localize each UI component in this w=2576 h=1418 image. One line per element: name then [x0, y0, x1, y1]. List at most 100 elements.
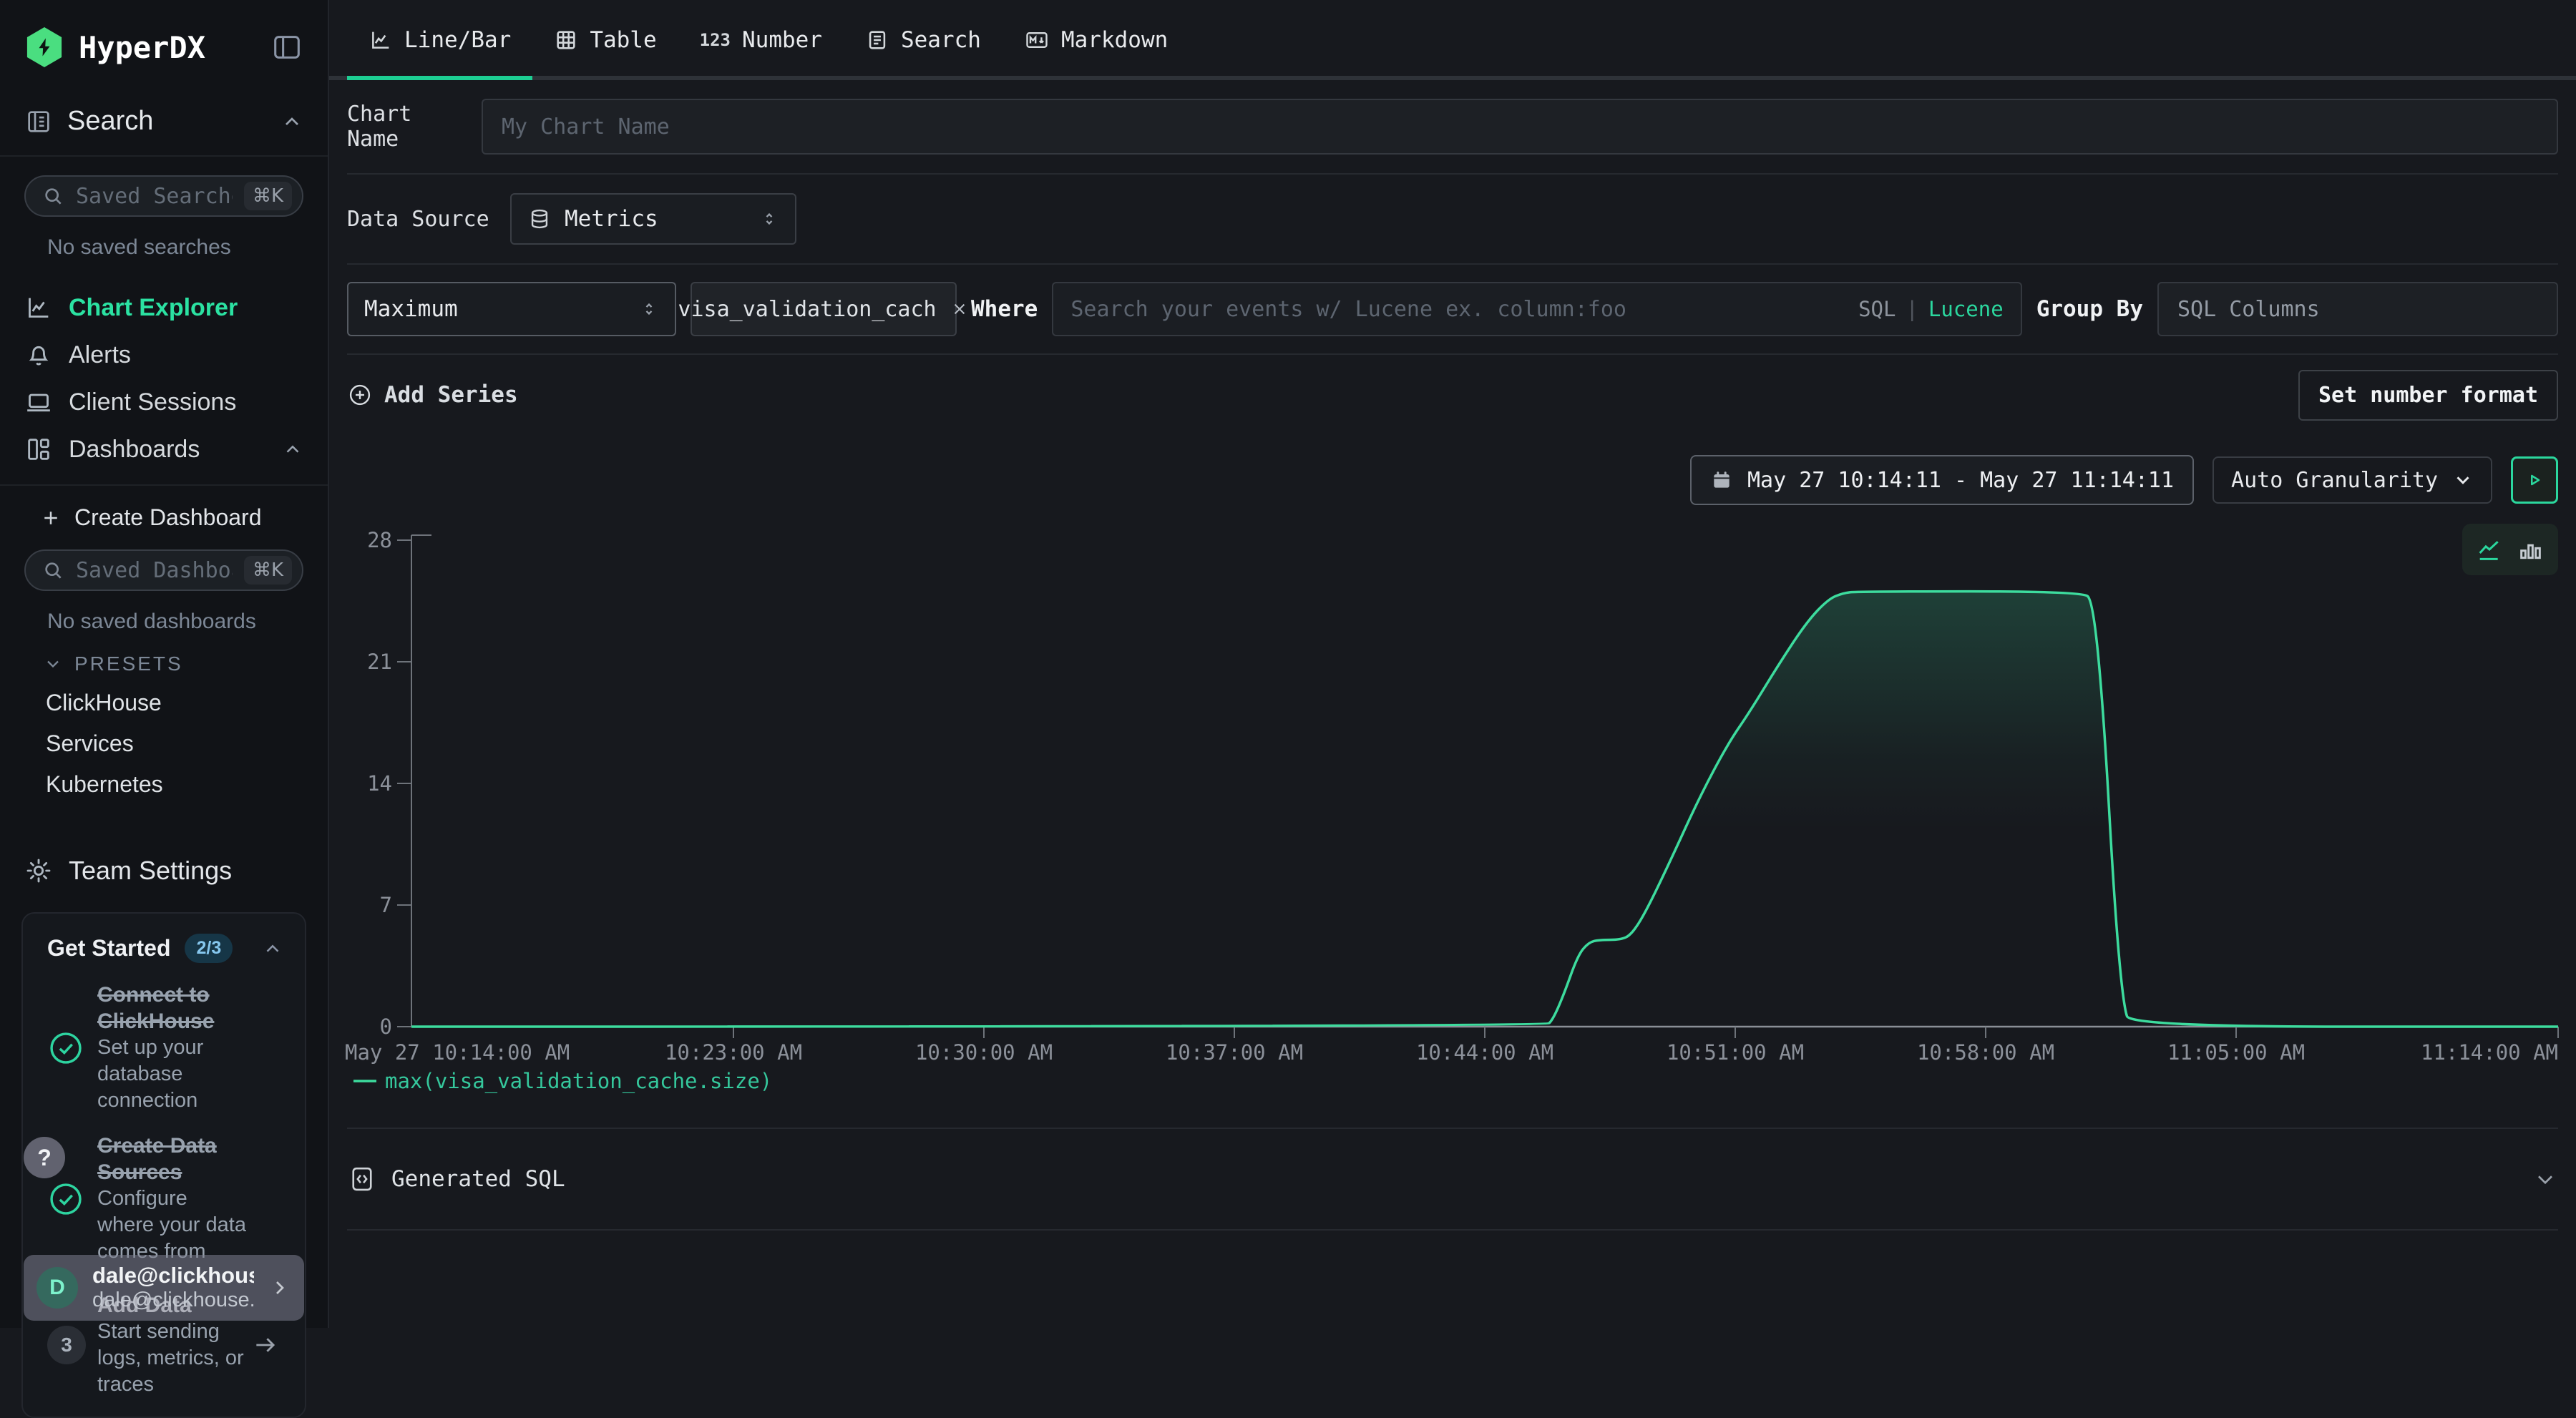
- group-by-input[interactable]: [2157, 282, 2558, 336]
- saved-dashboards-input[interactable]: ⌘K: [24, 549, 303, 591]
- tab-line-bar[interactable]: Line/Bar: [347, 0, 532, 80]
- preset-list: ClickHouse Services Kubernetes: [0, 683, 328, 805]
- get-started-card: Get Started 2/3 Connect to ClickHouse Se…: [21, 912, 306, 1418]
- sidebar-item-chart-explorer[interactable]: Chart Explorer: [0, 284, 328, 331]
- task-title: Connect to ClickHouse: [97, 982, 249, 1035]
- search-icon: [42, 559, 64, 582]
- group-by-label: Group By: [2036, 296, 2143, 322]
- preset-clickhouse[interactable]: ClickHouse: [0, 683, 328, 723]
- close-icon[interactable]: [950, 299, 970, 319]
- saved-searches-input[interactable]: ⌘K: [24, 175, 303, 217]
- task-subtitle: Set up your database connection: [97, 1035, 249, 1114]
- arrow-right-icon: [252, 1331, 279, 1359]
- date-range-picker[interactable]: May 27 10:14:11 - May 27 11:14:11: [1690, 455, 2194, 505]
- sidebar-section-search[interactable]: Search: [0, 106, 328, 157]
- tab-search[interactable]: Search: [844, 0, 1002, 80]
- granularity-select[interactable]: Auto Granularity: [2212, 456, 2492, 504]
- tab-markdown[interactable]: Markdown: [1002, 0, 1189, 80]
- tab-number[interactable]: 123 Number: [678, 0, 844, 80]
- svg-text:21: 21: [367, 650, 392, 674]
- tab-label: Markdown: [1061, 27, 1168, 53]
- svg-text:10:44:00 AM: 10:44:00 AM: [1416, 1040, 1553, 1065]
- chevron-down-icon[interactable]: [2532, 1166, 2558, 1192]
- generated-sql-toggle[interactable]: Generated SQL: [347, 1164, 565, 1194]
- laptop-icon: [24, 388, 53, 416]
- plus-circle-icon: [347, 382, 373, 408]
- aggregation-value: Maximum: [364, 296, 626, 322]
- chevron-right-icon: [268, 1276, 291, 1299]
- chevron-down-icon: [43, 654, 63, 674]
- search-icon: [42, 185, 64, 207]
- sidebar-item-alerts[interactable]: Alerts: [0, 331, 328, 378]
- where-search-box[interactable]: SQL | Lucene: [1052, 282, 2021, 336]
- chart-region: May 27 10:14:11 - May 27 11:14:11 Auto G…: [329, 435, 2576, 1128]
- saved-searches-field[interactable]: [76, 184, 233, 209]
- svg-text:0: 0: [380, 1014, 392, 1039]
- sidebar-item-client-sessions[interactable]: Client Sessions: [0, 378, 328, 426]
- data-source-select[interactable]: Metrics: [510, 193, 796, 245]
- language-separator: |: [1906, 297, 1918, 321]
- collapse-sidebar-icon[interactable]: [270, 31, 303, 64]
- tab-label: Search: [901, 27, 981, 53]
- code-icon: [347, 1164, 377, 1194]
- sidebar: HyperDX Search ⌘K No saved searches Char…: [0, 0, 329, 1328]
- gear-icon: [24, 856, 53, 885]
- run-query-button[interactable]: [2511, 456, 2558, 504]
- get-started-title: Get Started: [47, 935, 170, 962]
- svg-text:10:58:00 AM: 10:58:00 AM: [1917, 1040, 2054, 1065]
- chart-name-label: Chart Name: [347, 102, 462, 152]
- metric-field-tag[interactable]: visa_validation_cach: [691, 282, 957, 336]
- tab-label: Number: [742, 27, 822, 53]
- granularity-value: Auto Granularity: [2231, 468, 2438, 493]
- number-123-icon: 123: [700, 30, 731, 50]
- metric-line-chart[interactable]: 07142128May 27 10:14:00 AM10:23:00 AM10:…: [343, 521, 2576, 1100]
- aggregation-select[interactable]: Maximum: [347, 282, 676, 336]
- shortcut-badge: ⌘K: [244, 556, 292, 585]
- where-search-input[interactable]: [1070, 297, 1848, 322]
- bar-view-icon[interactable]: [2517, 535, 2545, 564]
- get-started-item-sources[interactable]: Create Data Sources Configure where your…: [47, 1133, 283, 1265]
- lucene-language-toggle[interactable]: Lucene: [1928, 297, 2004, 321]
- chart-type-tabs: Line/Bar Table 123 Number Search Markdow…: [329, 0, 2576, 80]
- tab-label: Line/Bar: [404, 27, 511, 53]
- chart-name-row: Chart Name: [329, 80, 2576, 173]
- nav-label: Chart Explorer: [69, 294, 303, 322]
- calendar-icon: [1710, 469, 1733, 492]
- help-button[interactable]: ?: [24, 1137, 65, 1178]
- metric-field-name: visa_validation_cach: [678, 297, 936, 322]
- sql-language-toggle[interactable]: SQL: [1858, 297, 1896, 321]
- set-number-format-button[interactable]: Set number format: [2298, 370, 2558, 421]
- task-subtitle: Configure where your data comes from: [97, 1185, 249, 1265]
- svg-text:7: 7: [380, 893, 392, 917]
- svg-text:11:14:00 AM: 11:14:00 AM: [2421, 1040, 2558, 1065]
- database-icon: [527, 207, 552, 231]
- add-series-row: Add Series Set number format: [329, 355, 2576, 435]
- where-label: Where: [971, 296, 1038, 322]
- tab-table[interactable]: Table: [532, 0, 678, 80]
- task-title: Create Data Sources: [97, 1133, 249, 1185]
- line-chart-icon: [369, 28, 393, 52]
- app-title: HyperDX: [79, 30, 256, 65]
- chart-controls: May 27 10:14:11 - May 27 11:14:11 Auto G…: [1690, 455, 2558, 505]
- saved-dashboards-field[interactable]: [76, 558, 233, 583]
- chevron-up-icon[interactable]: [262, 938, 283, 959]
- nav-label: Alerts: [69, 341, 303, 369]
- search-section-label: Search: [67, 106, 266, 137]
- divider: [347, 1229, 2558, 1231]
- chart-display-toggle: [2462, 524, 2558, 575]
- play-icon: [2524, 469, 2545, 491]
- sidebar-item-dashboards[interactable]: Dashboards: [0, 426, 328, 473]
- avatar: D: [36, 1267, 78, 1309]
- chart-name-input[interactable]: [482, 99, 2558, 155]
- presets-toggle[interactable]: PRESETS: [43, 652, 328, 675]
- line-view-icon[interactable]: [2475, 535, 2504, 564]
- data-source-row: Data Source Metrics: [329, 175, 2576, 263]
- preset-services[interactable]: Services: [0, 723, 328, 764]
- create-dashboard-button[interactable]: Create Dashboard: [0, 504, 328, 531]
- preset-kubernetes[interactable]: Kubernetes: [0, 764, 328, 805]
- user-menu[interactable]: D dale@clickhouse.com dale@clickhouse.co…: [24, 1255, 304, 1321]
- get-started-item-connect[interactable]: Connect to ClickHouse Set up your databa…: [47, 982, 283, 1114]
- app-logo-row: HyperDX: [0, 0, 328, 67]
- add-series-button[interactable]: Add Series: [347, 382, 518, 408]
- sidebar-item-team-settings[interactable]: Team Settings: [0, 849, 328, 892]
